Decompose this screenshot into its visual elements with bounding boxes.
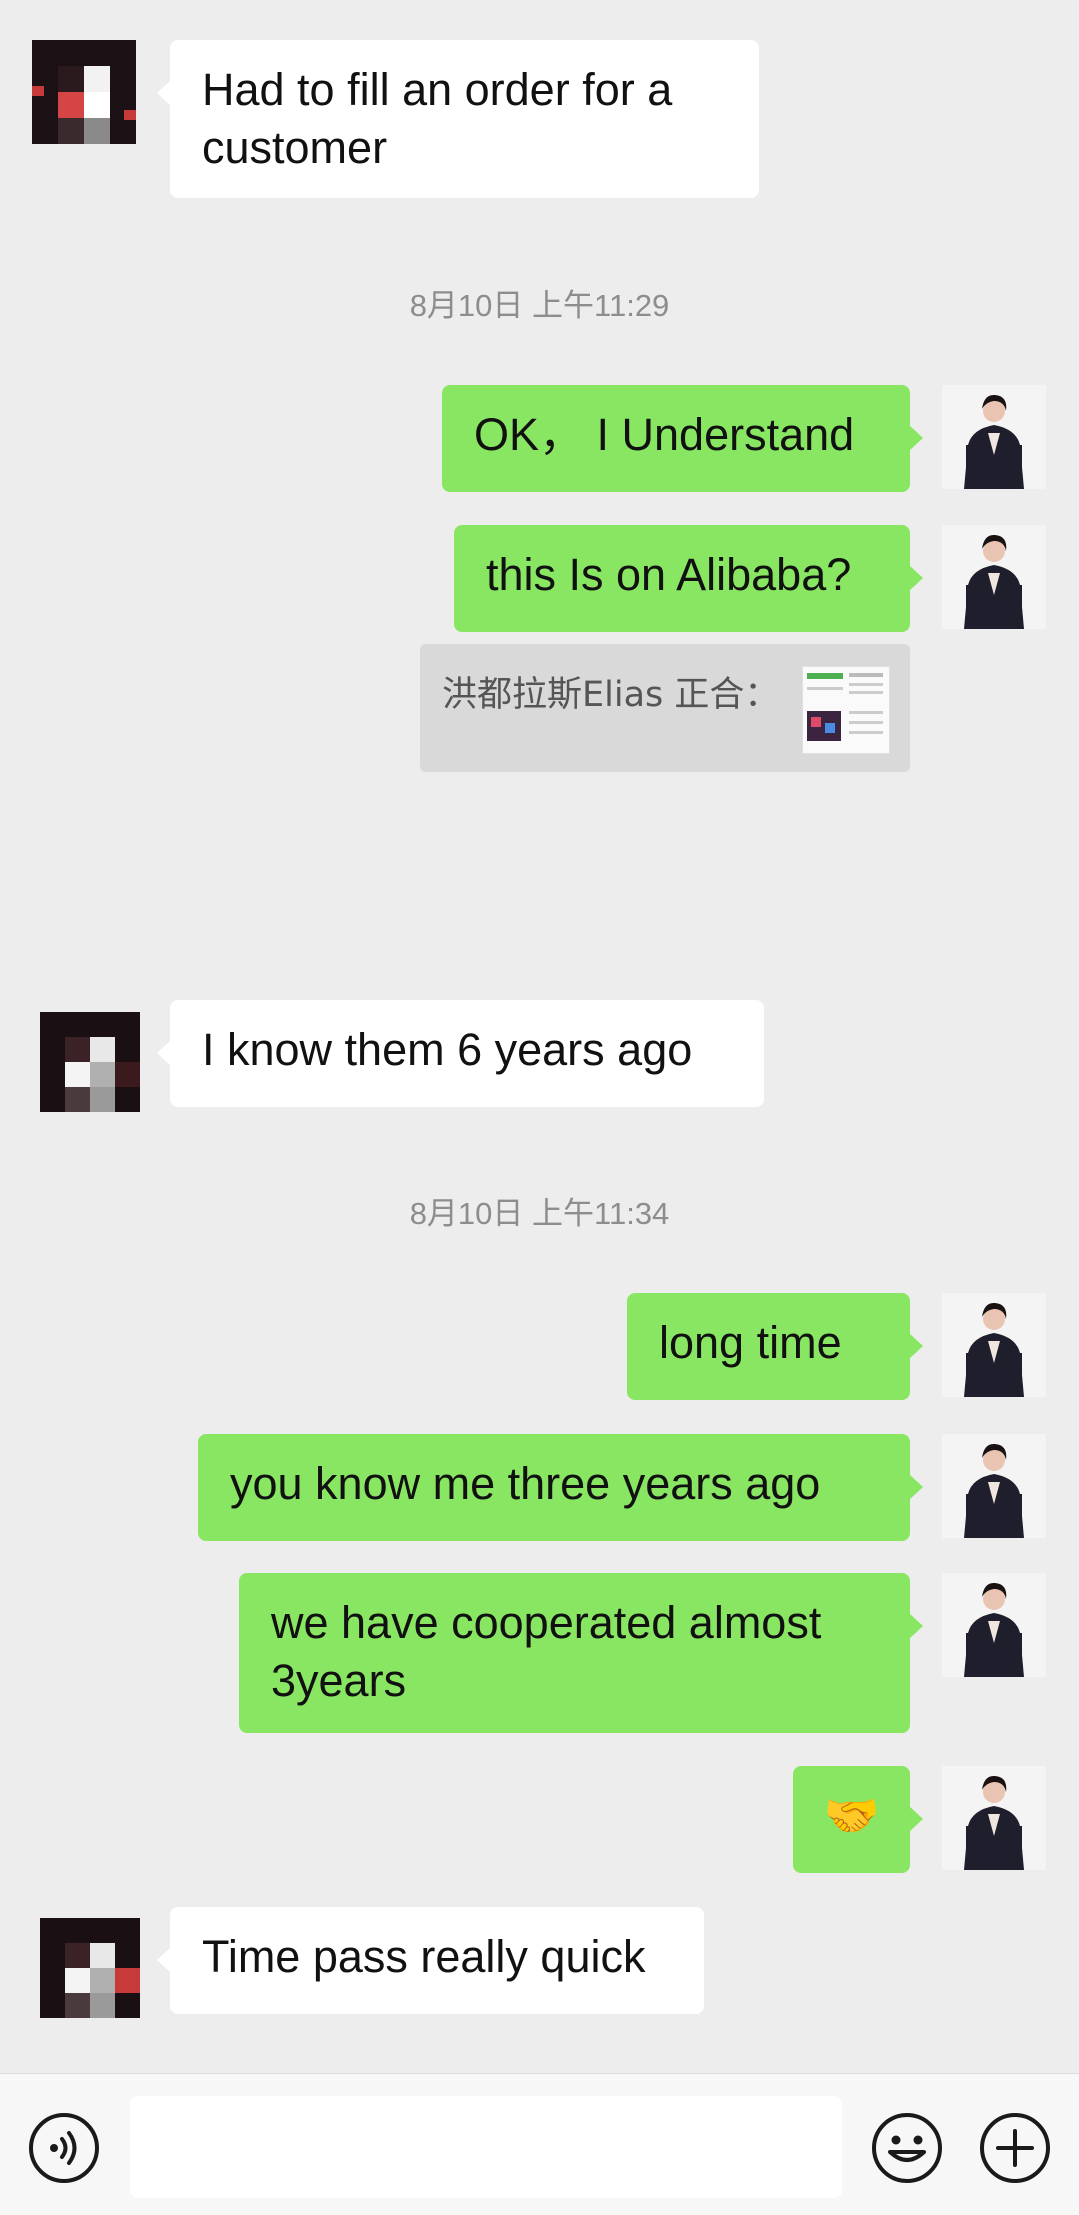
message-text: long time bbox=[659, 1317, 842, 1368]
my-avatar[interactable] bbox=[942, 1766, 1046, 1870]
timestamp: 8月10日 上午11:34 bbox=[409, 1196, 670, 1231]
message-text: I know them 6 years ago bbox=[202, 1024, 693, 1075]
message-bubble[interactable]: we have cooperated almost 3years bbox=[239, 1573, 923, 1733]
contact-avatar[interactable] bbox=[32, 40, 136, 144]
message-text: you know me three years ago bbox=[230, 1458, 821, 1509]
person-icon bbox=[942, 1573, 1046, 1677]
message-bubble[interactable]: I know them 6 years ago bbox=[157, 1000, 764, 1107]
my-avatar[interactable] bbox=[942, 385, 1046, 489]
message-bubble[interactable]: Had to fill an order for a customer bbox=[157, 40, 759, 198]
person-icon bbox=[942, 1766, 1046, 1870]
my-avatar[interactable] bbox=[942, 1293, 1046, 1397]
message-bubble[interactable]: you know me three years ago bbox=[198, 1434, 923, 1541]
person-icon bbox=[942, 1293, 1046, 1397]
message-bubble[interactable]: long time bbox=[627, 1293, 923, 1400]
person-icon bbox=[942, 525, 1046, 629]
chat-history[interactable]: Had to fill an order for a customer 8月10… bbox=[0, 0, 1079, 2073]
my-avatar[interactable] bbox=[942, 1573, 1046, 1677]
message-text: Time pass really quick bbox=[202, 1931, 646, 1982]
message-bubble[interactable]: OK， I Understand bbox=[442, 385, 923, 492]
message-bubble[interactable]: 🤝 bbox=[793, 1766, 923, 1873]
emoji-icon[interactable] bbox=[871, 2112, 943, 2184]
quoted-message[interactable]: 洪都拉斯Elias 正合： bbox=[420, 644, 910, 772]
message-input[interactable] bbox=[130, 2096, 842, 2198]
message-bubble[interactable]: Time pass really quick bbox=[157, 1907, 704, 2014]
my-avatar[interactable] bbox=[942, 525, 1046, 629]
input-bar bbox=[0, 2073, 1079, 2215]
contact-avatar[interactable] bbox=[40, 1012, 140, 1112]
person-icon bbox=[942, 1434, 1046, 1538]
my-avatar[interactable] bbox=[942, 1434, 1046, 1538]
timestamp: 8月10日 上午11:29 bbox=[409, 288, 670, 323]
contact-avatar[interactable] bbox=[40, 1918, 140, 2018]
quoted-text: 洪都拉斯Elias 正合： bbox=[442, 675, 780, 715]
quoted-image-thumbnail[interactable] bbox=[802, 666, 890, 754]
plus-circle-icon[interactable] bbox=[979, 2112, 1051, 2184]
handshake-emoji: 🤝 bbox=[823, 1789, 880, 1842]
message-bubble[interactable]: this Is on Alibaba? bbox=[454, 525, 923, 632]
voice-icon[interactable] bbox=[28, 2112, 100, 2184]
message-text: we have cooperated almost 3years bbox=[271, 1597, 822, 1706]
person-icon bbox=[942, 385, 1046, 489]
message-text: Had to fill an order for a customer bbox=[202, 64, 673, 173]
message-text: this Is on Alibaba? bbox=[486, 549, 852, 600]
message-text: OK， I Understand bbox=[474, 409, 855, 460]
